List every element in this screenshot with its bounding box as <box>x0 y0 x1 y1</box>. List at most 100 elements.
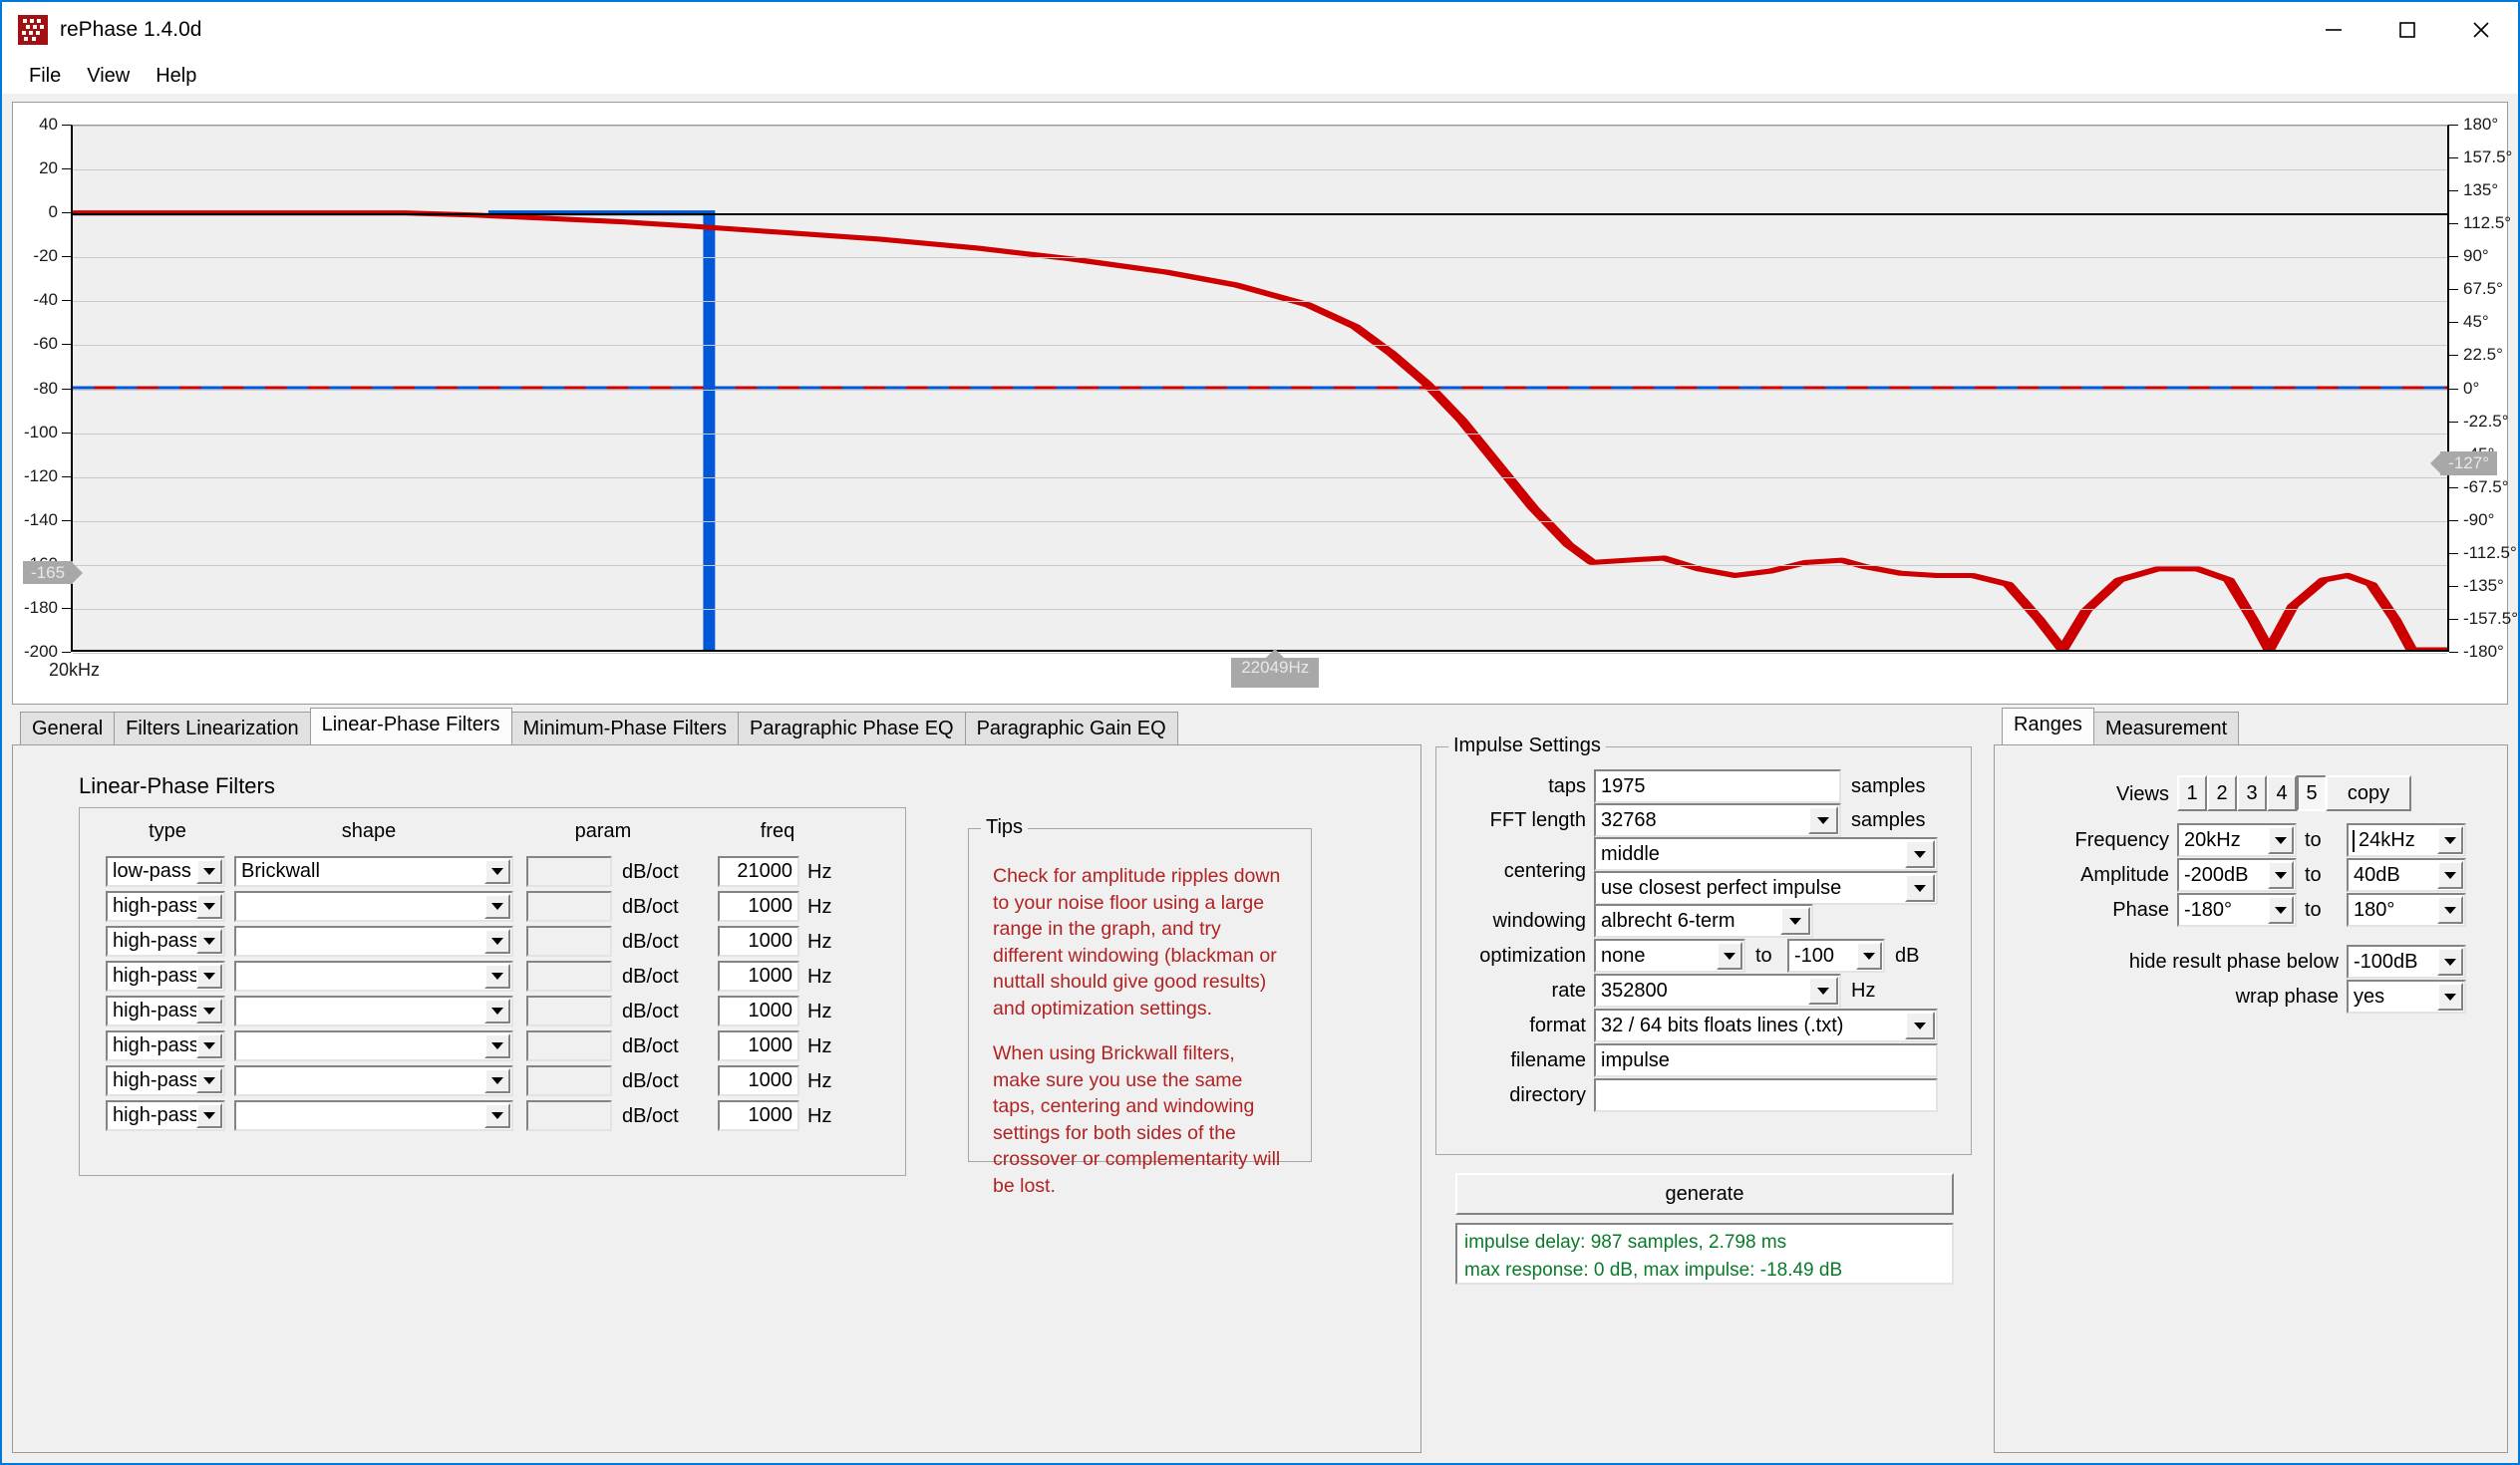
windowing-combo[interactable]: albrecht 6-term <box>1594 904 1813 938</box>
filter-freq-input[interactable]: 1000 <box>718 1065 799 1096</box>
chevron-down-icon[interactable] <box>1808 806 1838 834</box>
filter-freq-input[interactable]: 1000 <box>718 961 799 992</box>
chevron-down-icon[interactable] <box>1856 942 1882 970</box>
menu-view[interactable]: View <box>74 63 143 90</box>
view-button-5[interactable]: 5 <box>2297 775 2327 811</box>
view-button-2[interactable]: 2 <box>2207 775 2237 811</box>
centering-impulse-combo[interactable]: use closest perfect impulse <box>1594 871 1938 905</box>
wrap-phase-combo[interactable]: yes <box>2347 980 2466 1014</box>
tab-filters-linearization[interactable]: Filters Linearization <box>114 712 311 745</box>
minimize-button[interactable] <box>2297 2 2370 58</box>
filter-param-input[interactable] <box>526 926 612 957</box>
plot-area[interactable] <box>71 125 2449 654</box>
filter-shape-combo[interactable] <box>234 891 513 922</box>
tab-general[interactable]: General <box>20 712 116 745</box>
filter-freq-input[interactable]: 1000 <box>718 891 799 922</box>
filter-type-combo[interactable]: high-pass <box>106 1030 225 1061</box>
phase-from-combo[interactable]: -180° <box>2177 893 2297 927</box>
filter-type-combo[interactable]: low-pass <box>106 856 225 887</box>
filename-input[interactable]: impulse <box>1594 1043 1938 1077</box>
format-combo[interactable]: 32 / 64 bits floats lines (.txt) <box>1594 1009 1938 1042</box>
chevron-down-icon[interactable] <box>1808 977 1838 1005</box>
filter-freq-input[interactable]: 1000 <box>718 926 799 957</box>
hide-phase-combo[interactable]: -100dB <box>2347 945 2466 979</box>
filter-param-input[interactable] <box>526 1100 612 1131</box>
chevron-down-icon[interactable] <box>484 964 510 989</box>
filter-shape-combo[interactable] <box>234 1030 513 1061</box>
frequency-to-combo[interactable]: 24kHz <box>2347 823 2466 857</box>
chevron-down-icon[interactable] <box>2437 983 2463 1011</box>
chevron-down-icon[interactable] <box>1905 1012 1935 1039</box>
filter-shape-combo[interactable] <box>234 961 513 992</box>
filter-freq-input[interactable]: 21000 <box>718 856 799 887</box>
view-button-1[interactable]: 1 <box>2177 775 2207 811</box>
chevron-down-icon[interactable] <box>2268 826 2294 854</box>
filter-type-combo[interactable]: high-pass <box>106 996 225 1026</box>
chevron-down-icon[interactable] <box>196 1068 222 1093</box>
filter-type-combo[interactable]: high-pass <box>106 961 225 992</box>
filter-param-input[interactable] <box>526 1065 612 1096</box>
taps-input[interactable]: 1975 <box>1594 769 1841 803</box>
chevron-down-icon[interactable] <box>1905 874 1935 902</box>
tab-linear-phase-filters[interactable]: Linear-Phase Filters <box>309 708 512 744</box>
response-graph[interactable]: 40200-20-40-60-80-100-120-140-160-180-20… <box>12 102 2518 705</box>
tab-minimum-phase-filters[interactable]: Minimum-Phase Filters <box>510 712 740 745</box>
amplitude-to-combo[interactable]: 40dB <box>2347 858 2466 892</box>
chevron-down-icon[interactable] <box>2437 948 2463 976</box>
chevron-down-icon[interactable] <box>2437 861 2463 889</box>
maximize-button[interactable] <box>2370 2 2444 58</box>
directory-input[interactable] <box>1594 1078 1938 1112</box>
chevron-down-icon[interactable] <box>1780 907 1810 935</box>
filter-type-combo[interactable]: high-pass <box>106 1065 225 1096</box>
filter-param-input[interactable] <box>526 961 612 992</box>
chevron-down-icon[interactable] <box>484 929 510 954</box>
filter-freq-input[interactable]: 1000 <box>718 1030 799 1061</box>
generate-button[interactable]: generate <box>1455 1173 1954 1215</box>
optimization-threshold-combo[interactable]: -100 <box>1787 939 1885 973</box>
filter-param-input[interactable] <box>526 1030 612 1061</box>
tab-paragraphic-phase-eq[interactable]: Paragraphic Phase EQ <box>738 712 966 745</box>
chevron-down-icon[interactable] <box>484 1033 510 1058</box>
filter-shape-combo[interactable] <box>234 1065 513 1096</box>
chevron-down-icon[interactable] <box>196 1033 222 1058</box>
filter-param-input[interactable] <box>526 996 612 1026</box>
chevron-down-icon[interactable] <box>196 1103 222 1128</box>
fft-length-combo[interactable]: 32768 <box>1594 803 1841 837</box>
chevron-down-icon[interactable] <box>2437 896 2463 924</box>
filter-type-combo[interactable]: high-pass <box>106 891 225 922</box>
rate-combo[interactable]: 352800 <box>1594 974 1841 1008</box>
filter-freq-input[interactable]: 1000 <box>718 996 799 1026</box>
filter-shape-combo[interactable] <box>234 926 513 957</box>
filter-param-input[interactable] <box>526 891 612 922</box>
chevron-down-icon[interactable] <box>2268 896 2294 924</box>
view-button-4[interactable]: 4 <box>2267 775 2297 811</box>
optimization-combo[interactable]: none <box>1594 939 1745 973</box>
chevron-down-icon[interactable] <box>484 1068 510 1093</box>
amplitude-from-combo[interactable]: -200dB <box>2177 858 2297 892</box>
chevron-down-icon[interactable] <box>196 859 222 884</box>
phase-to-combo[interactable]: 180° <box>2347 893 2466 927</box>
filter-freq-input[interactable]: 1000 <box>718 1100 799 1131</box>
chevron-down-icon[interactable] <box>1717 942 1742 970</box>
tab-paragraphic-gain-eq[interactable]: Paragraphic Gain EQ <box>964 712 1178 745</box>
chevron-down-icon[interactable] <box>196 999 222 1024</box>
chevron-down-icon[interactable] <box>1905 840 1935 868</box>
copy-view-button[interactable]: copy <box>2326 775 2411 811</box>
view-button-3[interactable]: 3 <box>2237 775 2267 811</box>
filter-param-input[interactable] <box>526 856 612 887</box>
chevron-down-icon[interactable] <box>484 1103 510 1128</box>
filter-shape-combo[interactable]: Brickwall <box>234 856 513 887</box>
chevron-down-icon[interactable] <box>484 999 510 1024</box>
filter-type-combo[interactable]: high-pass <box>106 926 225 957</box>
chevron-down-icon[interactable] <box>196 964 222 989</box>
chevron-down-icon[interactable] <box>2268 861 2294 889</box>
close-button[interactable] <box>2444 2 2518 58</box>
centering-mode-combo[interactable]: middle <box>1594 837 1938 871</box>
filter-shape-combo[interactable] <box>234 1100 513 1131</box>
chevron-down-icon[interactable] <box>2437 826 2463 854</box>
chevron-down-icon[interactable] <box>484 894 510 919</box>
chevron-down-icon[interactable] <box>196 929 222 954</box>
chevron-down-icon[interactable] <box>196 894 222 919</box>
menu-file[interactable]: File <box>16 63 74 90</box>
frequency-from-combo[interactable]: 20kHz <box>2177 823 2297 857</box>
